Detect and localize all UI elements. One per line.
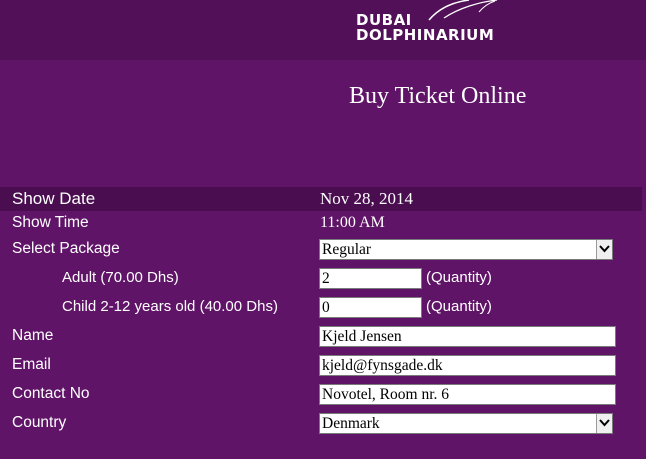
email-label: Email	[12, 356, 51, 373]
show-time-label: Show Time	[12, 214, 89, 231]
country-select-value: Denmark	[322, 415, 380, 432]
country-dropdown-button[interactable]	[596, 414, 612, 433]
contact-no-label: Contact No	[12, 385, 90, 402]
name-input[interactable]: Kjeld Jensen	[319, 326, 616, 347]
select-package-label: Select Package	[12, 240, 120, 257]
package-dropdown-button[interactable]	[596, 240, 612, 259]
child-quantity-label: Child 2-12 years old (40.00 Dhs)	[62, 298, 278, 315]
dubai-dolphinarium-logo[interactable]: DUBAI DOLPHINARIUM	[354, 0, 514, 50]
package-select-value: Regular	[322, 241, 372, 258]
adult-quantity-note: (Quantity)	[426, 269, 492, 286]
country-select[interactable]: Denmark	[319, 413, 613, 434]
show-date-label: Show Date	[12, 189, 96, 208]
show-time-value: 11:00 AM	[320, 214, 385, 231]
child-quantity-note: (Quantity)	[426, 298, 492, 315]
name-label: Name	[12, 327, 54, 344]
adult-quantity-label: Adult (70.00 Dhs)	[62, 269, 179, 286]
dolphin-swoosh-icon	[428, 0, 498, 21]
package-select[interactable]: Regular	[319, 239, 613, 260]
site-header	[0, 0, 646, 60]
email-input[interactable]: kjeld@fynsgade.dk	[319, 355, 616, 376]
child-quantity-input[interactable]: 0	[319, 297, 422, 318]
chevron-down-icon	[599, 419, 610, 427]
chevron-down-icon	[599, 245, 610, 253]
country-label: Country	[12, 414, 67, 431]
page-title: Buy Ticket Online	[349, 83, 527, 109]
show-date-value: Nov 28, 2014	[320, 189, 414, 208]
contact-no-input[interactable]: Novotel, Room nr. 6	[319, 384, 616, 405]
logo-line-2: DOLPHINARIUM	[356, 26, 495, 44]
adult-quantity-input[interactable]: 2	[319, 268, 422, 289]
